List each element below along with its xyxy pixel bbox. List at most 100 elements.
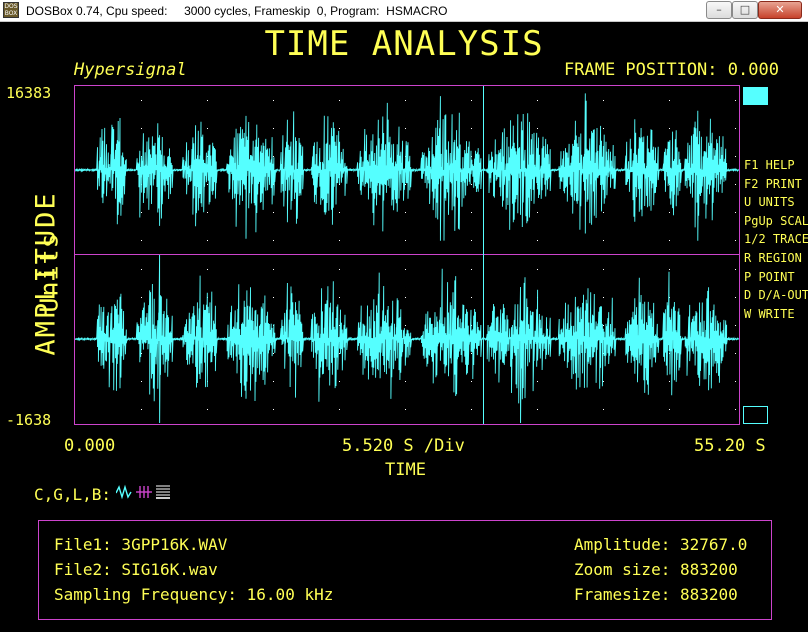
grid-dot — [669, 409, 670, 410]
grid-dot — [603, 325, 604, 326]
file1-info: File1: 3GPP16K.WAV — [54, 535, 228, 554]
grid-dot — [339, 381, 340, 382]
grid-dot — [141, 240, 142, 241]
grid-dot — [669, 212, 670, 213]
grid-dot — [603, 212, 604, 213]
grid-dot — [273, 100, 274, 101]
dos-screen[interactable]: TIME ANALYSIS Hypersignal FRAME POSITION… — [4, 22, 808, 632]
x-axis-label: TIME — [385, 460, 426, 480]
scale-indicator-top[interactable] — [743, 87, 768, 105]
grid-dot — [537, 240, 538, 241]
grid-dot — [603, 240, 604, 241]
grid-dot — [669, 100, 670, 101]
menu-item-r[interactable]: R REGION — [744, 251, 802, 265]
grid-dot — [339, 297, 340, 298]
grid-dot — [735, 269, 736, 270]
grid-dot — [669, 381, 670, 382]
grid-dot — [339, 184, 340, 185]
menu-item-d[interactable]: D D/A-OUT — [744, 288, 808, 302]
grid-dot — [207, 184, 208, 185]
grid-dot — [273, 240, 274, 241]
grid-dot — [405, 212, 406, 213]
grid-dot — [273, 212, 274, 213]
y-axis-min-label: -1638 — [6, 411, 52, 429]
grid-dot — [207, 269, 208, 270]
grid-dot — [405, 128, 406, 129]
trace-2-waveform — [75, 255, 739, 423]
close-button[interactable]: ✕ — [758, 1, 802, 19]
time-cursor[interactable] — [483, 86, 484, 424]
waveform-signal — [75, 255, 739, 423]
menu-item-w[interactable]: W WRITE — [744, 307, 795, 321]
grid-dot — [141, 100, 142, 101]
grid-dot — [405, 409, 406, 410]
menu-item-u[interactable]: U UNITS — [744, 195, 795, 209]
grid-dot — [207, 128, 208, 129]
grid-dot — [339, 240, 340, 241]
grid-dot — [405, 100, 406, 101]
grid-dot — [405, 240, 406, 241]
zoom-size-info: Zoom size: 883200 — [574, 560, 738, 579]
minimize-button[interactable]: – — [706, 1, 732, 19]
grid-dot — [735, 128, 736, 129]
menu-item-pgup[interactable]: PgUp SCALE — [744, 214, 808, 228]
grid-style-icon[interactable] — [136, 484, 152, 500]
grid-dot — [471, 353, 472, 354]
grid-dot — [669, 240, 670, 241]
line-style-icon[interactable] — [155, 484, 171, 500]
grid-dot — [141, 212, 142, 213]
menu-item-f2[interactable]: F2 PRINT — [744, 177, 802, 191]
grid-dot — [273, 128, 274, 129]
grid-dot — [273, 409, 274, 410]
dosbox-app-icon[interactable]: DOS BOX — [3, 2, 19, 18]
grid-dot — [207, 100, 208, 101]
page-title: TIME ANALYSIS — [264, 24, 544, 64]
grid-dot — [339, 269, 340, 270]
waveform-plot[interactable] — [74, 85, 740, 425]
x-axis-end-label: 55.20 S — [694, 436, 766, 456]
grid-dot — [537, 212, 538, 213]
maximize-button[interactable]: □ — [732, 1, 758, 19]
scale-indicator-bottom[interactable] — [743, 406, 768, 424]
framesize-info: Framesize: 883200 — [574, 585, 738, 604]
grid-dot — [339, 409, 340, 410]
menu-item-f1[interactable]: F1 HELP — [744, 158, 795, 172]
file2-info: File2: SIG16K.wav — [54, 560, 218, 579]
grid-dot — [603, 409, 604, 410]
grid-dot — [735, 297, 736, 298]
grid-dot — [207, 409, 208, 410]
grid-dot — [471, 269, 472, 270]
trace-1-waveform — [75, 93, 739, 241]
grid-dot — [141, 269, 142, 270]
grid-dot — [537, 409, 538, 410]
x-axis-start-label: 0.000 — [64, 436, 116, 456]
grid-dot — [669, 269, 670, 270]
grid-dot — [405, 297, 406, 298]
grid-dot — [735, 325, 736, 326]
grid-dot — [405, 184, 406, 185]
grid-dot — [339, 100, 340, 101]
grid-dot — [735, 156, 736, 157]
grid-dot — [339, 353, 340, 354]
grid-dot — [735, 100, 736, 101]
grid-dot — [603, 128, 604, 129]
menu-item-12[interactable]: 1/2 TRACE — [744, 232, 808, 246]
maximize-icon: □ — [739, 3, 751, 16]
grid-dot — [273, 156, 274, 157]
amplitude-info: Amplitude: 32767.0 — [574, 535, 748, 554]
wave-style-icon[interactable] — [116, 484, 132, 500]
window-titlebar[interactable]: DOS BOX DOSBox 0.74, Cpu speed: 3000 cyc… — [0, 0, 808, 22]
grid-dot — [471, 212, 472, 213]
grid-dot — [141, 297, 142, 298]
grid-dot — [537, 128, 538, 129]
grid-dot — [141, 409, 142, 410]
menu-item-p[interactable]: P POINT — [744, 270, 795, 284]
grid-dot — [207, 240, 208, 241]
brand-label: Hypersignal — [74, 60, 187, 80]
grid-dot — [471, 128, 472, 129]
grid-dot — [471, 240, 472, 241]
window-title: DOSBox 0.74, Cpu speed: 3000 cycles, Fra… — [26, 4, 448, 18]
grid-dot — [603, 269, 604, 270]
grid-dot — [273, 381, 274, 382]
grid-dot — [141, 381, 142, 382]
